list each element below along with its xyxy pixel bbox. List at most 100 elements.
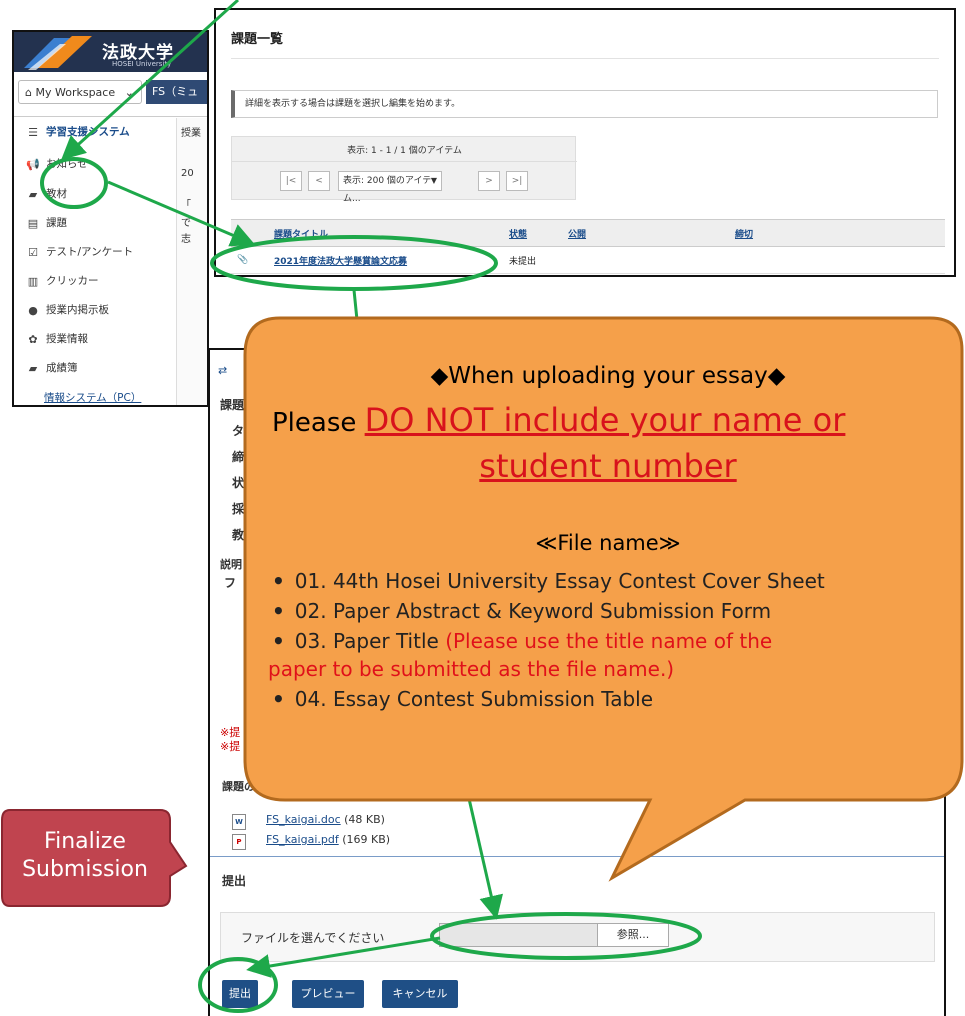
sidebar-item[interactable]: ● 授業内掲示板 <box>14 296 174 325</box>
book-icon: ▰ <box>28 362 38 375</box>
content-fragment: で <box>181 218 191 229</box>
sidebar-item-label: 成績簿 <box>46 362 78 374</box>
prev-page-button[interactable]: < <box>308 171 330 191</box>
field-label-fragment: フ <box>224 576 237 590</box>
sidebar-item[interactable]: ▰ 教材 <box>14 180 174 209</box>
gear-icon: ✿ <box>28 333 38 346</box>
sidebar-item-label: 授業情報 <box>46 333 88 345</box>
column-header-due[interactable]: 締切 <box>729 219 945 247</box>
chat-icon: ● <box>28 304 38 317</box>
sidebar-item[interactable]: ☰ 学習支援システム <box>14 118 174 147</box>
attachment-size: (169 KB) <box>342 833 391 846</box>
file-chooser: ファイルを選んでください 参照... <box>220 912 935 962</box>
word-file-icon: W <box>232 814 246 830</box>
megaphone-icon: 📢 <box>26 158 40 171</box>
workspace-dropdown[interactable]: ⌂ My Workspace ⌄ <box>18 80 142 104</box>
lms-sidebar-panel: 法政大学 HOSEI University ⌂ My Workspace ⌄ F… <box>12 30 209 407</box>
chevron-down-icon: ⌄ <box>124 86 134 99</box>
section-title: 提出 <box>222 874 247 888</box>
browse-button[interactable]: 参照... <box>597 923 669 947</box>
attachment-link[interactable]: FS_kaigai.doc <box>266 813 341 826</box>
submit-button[interactable]: 提出 <box>222 980 258 1008</box>
sidebar-item-label: テスト/アンケート <box>46 246 134 258</box>
attachment-item: FS_kaigai.doc (48 KB) <box>266 813 385 826</box>
sidebar-item[interactable]: ▥ クリッカー <box>14 267 174 296</box>
attachment-size: (48 KB) <box>344 813 385 826</box>
assignment-title-link[interactable]: 2021年度法政大学懸賞論文応募 <box>268 246 503 274</box>
hosei-logo-icon <box>24 36 92 70</box>
column-header-status[interactable]: 状態 <box>503 219 562 247</box>
sidebar-item[interactable]: ▰ 成績簿 <box>14 354 174 383</box>
column-header-icon <box>231 219 268 247</box>
divider <box>232 161 577 162</box>
folder-icon: ▰ <box>28 188 38 201</box>
info-message: 詳細を表示する場合は課題を選択し編集を始めます。 <box>231 90 938 118</box>
list-icon: ☰ <box>28 126 38 139</box>
assignment-status: 未提出 <box>503 246 562 274</box>
assignment-table: 課題タイトル 状態 公開 締切 📎 2021年度法政大学懸賞論文応募 未提出 <box>231 219 945 274</box>
content-fragment: 授業 <box>181 128 201 139</box>
content-fragment: 20 <box>181 168 194 179</box>
bar-chart-icon: ▥ <box>27 275 39 288</box>
content-fragment: 「 <box>181 200 191 211</box>
attachment-link[interactable]: FS_kaigai.pdf <box>266 833 339 846</box>
document-icon: ▤ <box>27 217 39 230</box>
finalize-label: Finalize Submission <box>6 828 164 884</box>
assignment-open <box>562 246 729 274</box>
divider <box>210 856 944 857</box>
pager: 表示: 1 - 1 / 1 個のアイテム |< < 表示: 200 個のアイテム… <box>231 136 577 204</box>
content-column-fragment: 授業 20 「で志 <box>176 118 207 405</box>
field-label-fragment: 教 <box>232 528 245 542</box>
column-header-open[interactable]: 公開 <box>562 219 729 247</box>
workspace-label: My Workspace <box>35 86 116 99</box>
attachment-item: FS_kaigai.pdf (169 KB) <box>266 833 390 846</box>
brand-subtitle: HOSEI University <box>112 60 172 68</box>
sidebar-item-label: お知らせ <box>46 158 88 170</box>
field-label-fragment: 状 <box>232 476 245 490</box>
checkbox-icon: ☑ <box>28 246 38 259</box>
sidebar-item[interactable]: 情報システム（PC） <box>14 384 174 405</box>
sidebar-item-label: 学習支援システム <box>46 126 130 138</box>
sidebar-item-label: 教材 <box>46 188 67 200</box>
site-tab[interactable]: FS（ミュ <box>146 80 207 104</box>
sidebar-item[interactable]: ☑ テスト/アンケート <box>14 238 174 267</box>
lms-header: 法政大学 HOSEI University <box>14 32 207 72</box>
table-row: 📎 2021年度法政大学懸賞論文応募 未提出 <box>231 246 945 274</box>
field-label-fragment: 説明 <box>220 558 242 571</box>
submission-panel: ⇄ 課題 タ 締 状 採 教 説明 フ ※提 ※提 課題の追加 W FS_kai… <box>208 348 946 1016</box>
page-size-select[interactable]: 表示: 200 個のアイテム... <box>338 171 442 204</box>
sidebar-item[interactable]: 📢 お知らせ <box>14 150 174 179</box>
page-title: 課題一覧 <box>231 32 284 47</box>
cancel-button[interactable]: キャンセル <box>382 980 458 1008</box>
next-page-button[interactable]: > <box>478 171 500 191</box>
field-label-fragment: 採 <box>232 502 245 516</box>
table-header-row: 課題タイトル 状態 公開 締切 <box>231 219 945 247</box>
sidebar-item-label: 課題 <box>46 217 67 229</box>
last-page-button[interactable]: >| <box>506 171 528 191</box>
sidebar-item-label: クリッカー <box>46 275 99 287</box>
item-count: 表示: 1 - 1 / 1 個のアイテム <box>347 146 462 156</box>
preview-button[interactable]: プレビュー <box>292 980 364 1008</box>
sidebar-item[interactable]: ✿ 授業情報 <box>14 325 174 354</box>
pdf-file-icon: P <box>232 834 246 850</box>
column-header-title[interactable]: 課題タイトル <box>268 219 503 247</box>
finalize-callout: Finalize Submission <box>0 804 188 910</box>
field-label-fragment: タ <box>232 424 245 438</box>
sidebar-item-label: 授業内掲示板 <box>46 304 109 316</box>
field-label-fragment: 課題 <box>220 398 245 412</box>
chevron-down-icon: ▼ <box>430 176 438 185</box>
finalize-line1: Finalize <box>44 829 126 854</box>
divider <box>231 58 939 59</box>
home-icon: ⌂ <box>25 86 32 99</box>
notice-fragment: ※提 <box>220 740 241 753</box>
arrow-line <box>352 289 360 331</box>
field-label-fragment: 締 <box>232 450 245 464</box>
first-page-button[interactable]: |< <box>280 171 302 191</box>
refresh-icon: ⇄ <box>218 364 228 377</box>
sidebar-item[interactable]: ▤ 課題 <box>14 209 174 238</box>
divider <box>14 116 207 117</box>
assignment-list-panel: 課題一覧 詳細を表示する場合は課題を選択し編集を始めます。 表示: 1 - 1 … <box>214 8 956 277</box>
sidebar-item-label: 情報システム（PC） <box>44 392 142 404</box>
assignment-due <box>729 246 945 274</box>
attachments-label: 課題の追加 <box>222 780 277 793</box>
